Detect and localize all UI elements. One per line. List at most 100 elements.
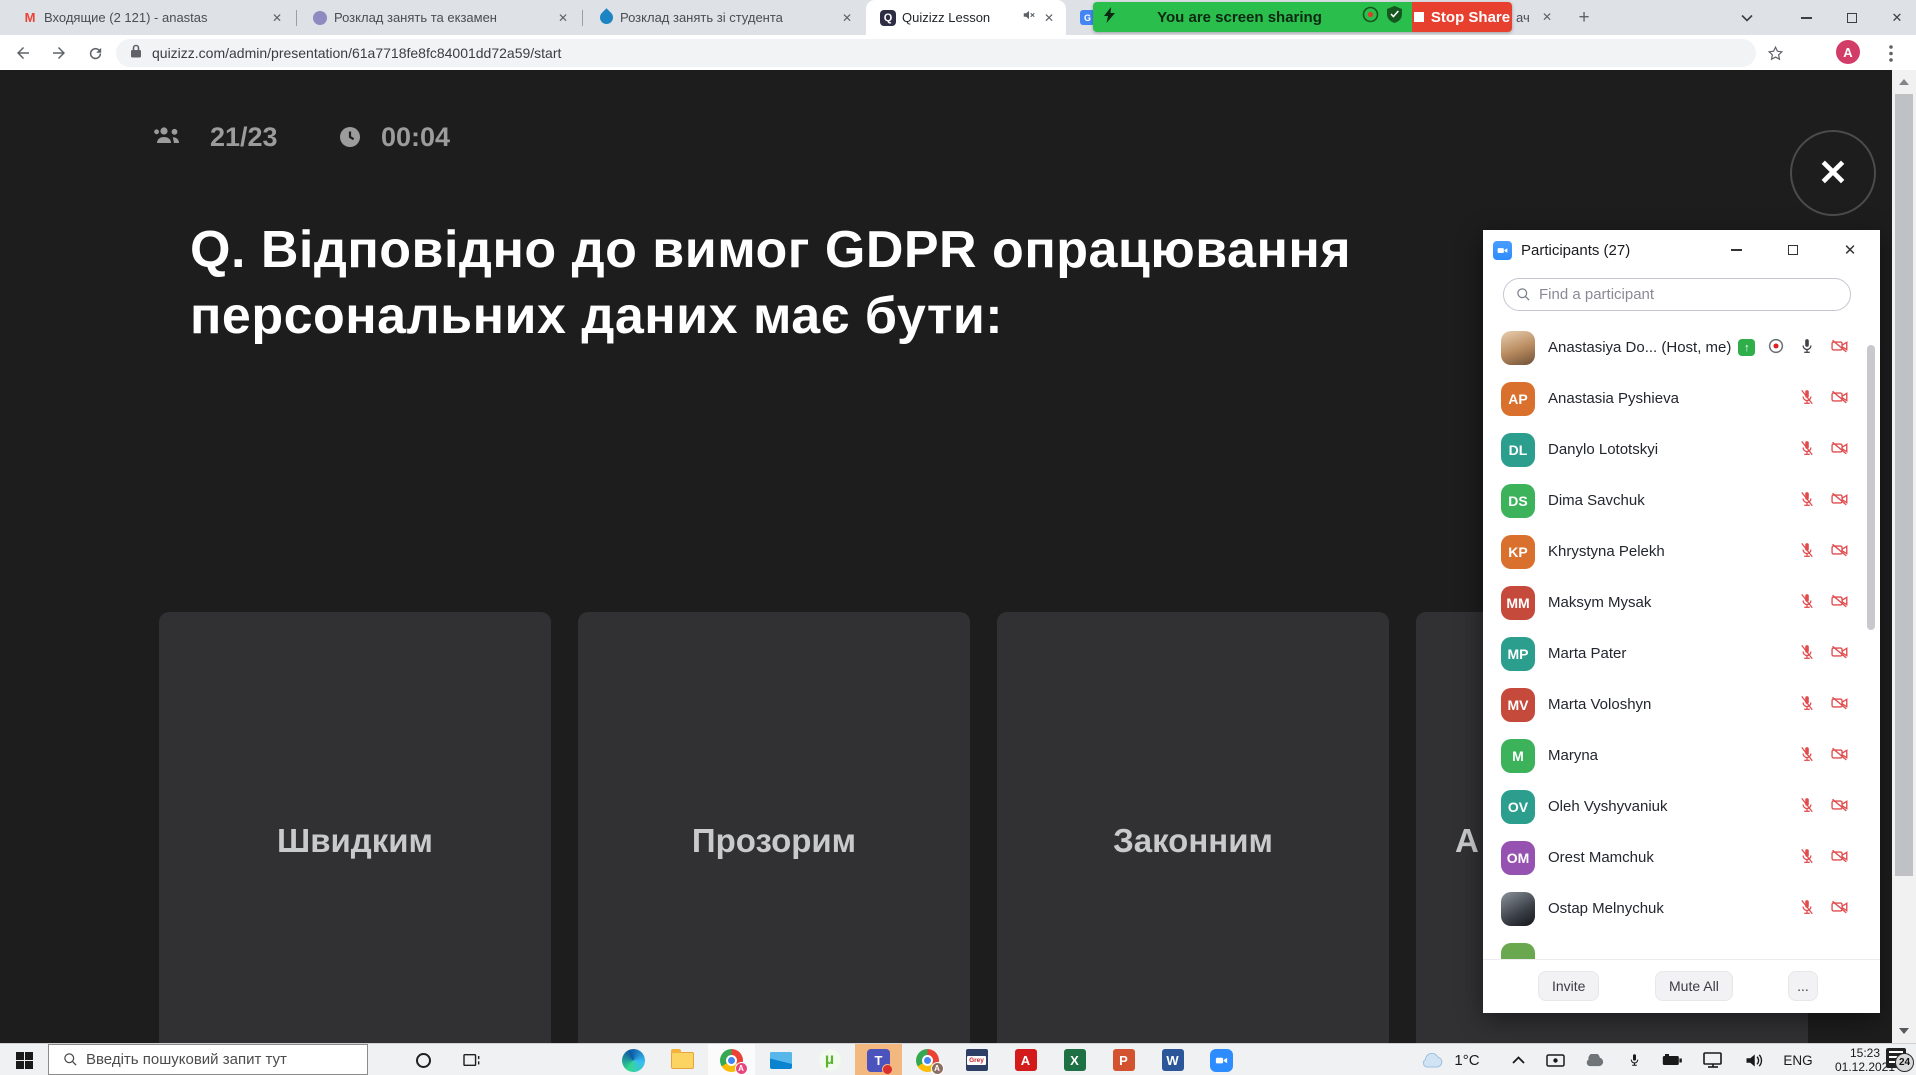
- taskbar-mail-icon[interactable]: [757, 1044, 804, 1075]
- tab-quizizz-active[interactable]: Q Quizizz Lesson: [866, 0, 1066, 35]
- answer-card[interactable]: Законним: [997, 612, 1389, 1043]
- mic-muted-icon[interactable]: [1798, 847, 1816, 869]
- tab-schedule-exams[interactable]: Розклад занять та екзамен: [298, 0, 580, 35]
- battery-icon[interactable]: [1658, 1044, 1686, 1075]
- mic-muted-icon[interactable]: [1798, 439, 1816, 461]
- participant-row[interactable]: MM Maksym Mysak: [1483, 577, 1880, 628]
- camera-off-icon[interactable]: [1829, 693, 1850, 716]
- scroll-up-arrow[interactable]: [1892, 72, 1916, 92]
- participant-row[interactable]: DS Dima Savchuk: [1483, 475, 1880, 526]
- camera-off-icon[interactable]: [1829, 336, 1850, 359]
- page-scrollbar[interactable]: [1892, 70, 1916, 1043]
- lock-icon[interactable]: [130, 44, 142, 63]
- participant-row[interactable]: M Maryna: [1483, 730, 1880, 781]
- participant-row[interactable]: OM Orest Mamchuk: [1483, 832, 1880, 883]
- cortana-button[interactable]: [400, 1044, 447, 1075]
- participant-row[interactable]: OV Oleh Vyshyvaniuk: [1483, 781, 1880, 832]
- task-view-button[interactable]: [448, 1044, 495, 1075]
- tray-chevron-icon[interactable]: [1506, 1044, 1530, 1075]
- answer-card[interactable]: Прозорим: [578, 612, 970, 1043]
- taskbar-edge-icon[interactable]: [610, 1044, 657, 1075]
- scroll-down-arrow[interactable]: [1892, 1021, 1916, 1041]
- network-icon[interactable]: [1698, 1044, 1728, 1075]
- onedrive-cloud-icon[interactable]: [1580, 1044, 1608, 1075]
- start-button[interactable]: [0, 1044, 48, 1075]
- tab-close-icon[interactable]: [838, 9, 856, 27]
- mic-muted-icon[interactable]: [1798, 388, 1816, 410]
- taskbar-excel-icon[interactable]: X: [1051, 1044, 1098, 1075]
- participant-list-scrollbar[interactable]: [1867, 345, 1875, 630]
- window-minimize-button[interactable]: [1786, 0, 1826, 35]
- participant-search-input[interactable]: [1539, 286, 1850, 303]
- camera-off-icon[interactable]: [1829, 489, 1850, 512]
- bookmark-star-icon[interactable]: [1762, 40, 1788, 66]
- profile-avatar[interactable]: A: [1836, 40, 1860, 64]
- mic-on-icon[interactable]: [1798, 337, 1816, 359]
- notification-count-badge[interactable]: 24: [1895, 1053, 1914, 1072]
- temperature-text[interactable]: 1°C: [1450, 1044, 1484, 1075]
- mic-muted-icon[interactable]: [1798, 592, 1816, 614]
- invite-button[interactable]: Invite: [1538, 971, 1600, 1001]
- participant-row[interactable]: AP Anastasia Pyshieva: [1483, 373, 1880, 424]
- panel-close-button[interactable]: ✕: [1841, 241, 1859, 259]
- language-indicator[interactable]: ENG: [1778, 1044, 1818, 1075]
- taskbar-search[interactable]: [48, 1044, 368, 1075]
- camera-off-icon[interactable]: [1829, 744, 1850, 767]
- mic-muted-icon[interactable]: [1798, 541, 1816, 563]
- taskbar-zoom-icon[interactable]: [1198, 1044, 1245, 1075]
- camera-off-icon[interactable]: [1829, 540, 1850, 563]
- quiz-close-button[interactable]: ✕: [1790, 130, 1876, 216]
- tab-close-icon[interactable]: [1040, 9, 1058, 27]
- mic-muted-icon[interactable]: [1798, 796, 1816, 818]
- answer-card[interactable]: Швидким: [159, 612, 551, 1043]
- taskbar-grey-floppy-icon[interactable]: Grey: [953, 1044, 1000, 1075]
- taskbar-chrome-profile2-icon[interactable]: A: [904, 1044, 951, 1075]
- participant-row[interactable]: MP Marta Pater: [1483, 628, 1880, 679]
- taskbar-powerpoint-icon[interactable]: P: [1100, 1044, 1147, 1075]
- tray-mic-icon[interactable]: [1622, 1044, 1646, 1075]
- camera-off-icon[interactable]: [1829, 387, 1850, 410]
- camera-off-icon[interactable]: [1829, 795, 1850, 818]
- participant-row[interactable]: Anastasiya Do... (Host, me): [1483, 322, 1880, 373]
- camera-off-icon[interactable]: [1829, 897, 1850, 920]
- scrollbar-thumb[interactable]: [1895, 94, 1913, 876]
- forward-button[interactable]: [46, 40, 72, 66]
- tab-close-icon[interactable]: [268, 9, 286, 27]
- camera-off-icon[interactable]: [1829, 591, 1850, 614]
- back-button[interactable]: [10, 40, 36, 66]
- mic-muted-icon[interactable]: [1798, 643, 1816, 665]
- tab-close-icon[interactable]: [1538, 8, 1556, 26]
- weather-icon[interactable]: [1418, 1044, 1446, 1075]
- tab-search-chevron-icon[interactable]: [1732, 0, 1762, 35]
- panel-maximize-button[interactable]: [1784, 241, 1802, 259]
- window-maximize-button[interactable]: [1832, 0, 1872, 35]
- reload-button[interactable]: [82, 40, 108, 66]
- mic-muted-icon[interactable]: [1798, 745, 1816, 767]
- tab-close-icon[interactable]: [554, 9, 572, 27]
- taskbar-utorrent-icon[interactable]: µ: [806, 1044, 853, 1075]
- panel-minimize-button[interactable]: [1727, 241, 1745, 259]
- camera-off-icon[interactable]: [1829, 846, 1850, 869]
- taskbar-teams-icon[interactable]: T: [855, 1044, 902, 1075]
- participant-row[interactable]: MV Marta Voloshyn: [1483, 679, 1880, 730]
- tab-schedule-students[interactable]: Розклад занять зі студента: [584, 0, 864, 35]
- mic-muted-icon[interactable]: [1798, 490, 1816, 512]
- stop-share-button[interactable]: Stop Share: [1412, 2, 1512, 32]
- participant-search[interactable]: [1503, 278, 1851, 311]
- new-tab-button[interactable]: +: [1572, 6, 1596, 30]
- taskbar-acrobat-icon[interactable]: A: [1002, 1044, 1049, 1075]
- taskbar-word-icon[interactable]: W: [1149, 1044, 1196, 1075]
- participant-row[interactable]: DL Danylo Lototskyi: [1483, 424, 1880, 475]
- browser-menu-icon[interactable]: [1878, 40, 1904, 66]
- more-options-button[interactable]: ...: [1788, 971, 1818, 1001]
- window-close-button[interactable]: ✕: [1878, 0, 1916, 35]
- tab-audio-muted-icon[interactable]: [1022, 8, 1036, 27]
- screen-record-icon[interactable]: [1542, 1044, 1568, 1075]
- participants-titlebar[interactable]: Participants (27) ✕: [1483, 230, 1880, 270]
- taskbar-chrome-profile1-icon[interactable]: A: [708, 1044, 755, 1075]
- taskbar-search-input[interactable]: [86, 1051, 367, 1068]
- taskbar-file-explorer-icon[interactable]: [659, 1044, 706, 1075]
- address-bar[interactable]: quizizz.com/admin/presentation/61a7718fe…: [116, 39, 1756, 67]
- mic-muted-icon[interactable]: [1798, 898, 1816, 920]
- camera-off-icon[interactable]: [1829, 438, 1850, 461]
